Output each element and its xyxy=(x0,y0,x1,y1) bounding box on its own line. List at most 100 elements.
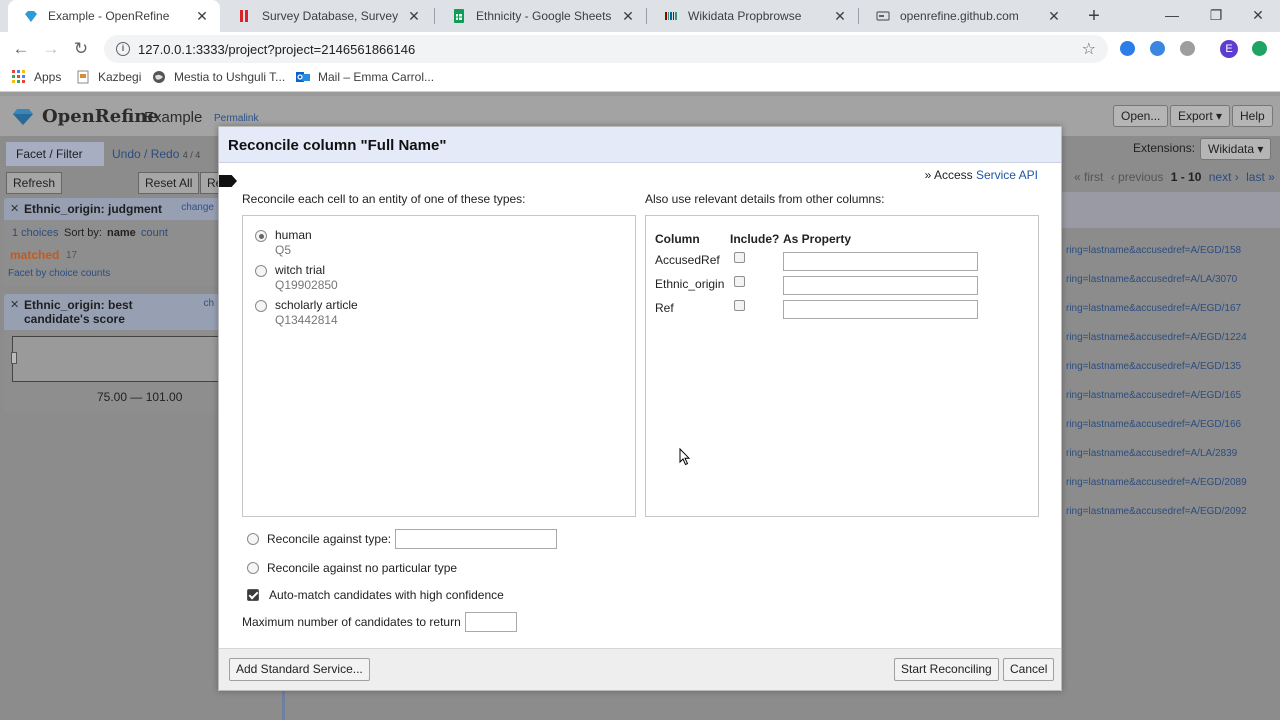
against-type-input[interactable] xyxy=(395,529,558,549)
remove-facet-icon[interactable]: ✕ xyxy=(10,298,19,311)
openrefine-diamond-icon xyxy=(25,11,37,22)
property-input[interactable] xyxy=(783,252,978,271)
range-slider-handle-icon[interactable] xyxy=(11,352,17,364)
sort-by-count[interactable]: count xyxy=(141,227,168,239)
type-radio[interactable] xyxy=(255,230,267,242)
pager-next[interactable]: next › xyxy=(1209,170,1239,184)
bookmark-star-icon[interactable]: ☆ xyxy=(1082,39,1096,59)
google-sheets-icon xyxy=(454,9,464,23)
facet-change-link[interactable]: change xyxy=(181,202,214,213)
wikidata-extension-menu[interactable]: Wikidata ▾ xyxy=(1200,138,1272,160)
include-checkbox[interactable] xyxy=(734,300,745,311)
close-tab-icon[interactable]: ✕ xyxy=(194,8,210,25)
close-tab-icon[interactable]: ✕ xyxy=(620,8,636,25)
close-window-icon[interactable]: ✕ xyxy=(1236,0,1280,32)
include-checkbox[interactable] xyxy=(734,276,745,287)
extension-bird-icon[interactable] xyxy=(1120,41,1135,56)
tab-openrefine-github[interactable]: openrefine.github.com ✕ xyxy=(860,0,1072,32)
type-radio[interactable] xyxy=(255,265,267,277)
other-columns-box: Column Include? As Property AccusedRef E… xyxy=(645,215,1039,517)
remove-facet-icon[interactable]: ✕ xyxy=(10,202,19,215)
row-link[interactable]: ring=lastname&accusedref=A/EGD/158 xyxy=(1066,245,1241,256)
new-tab-icon[interactable]: + xyxy=(1082,4,1106,28)
range-histogram[interactable] xyxy=(12,336,220,382)
pager-last[interactable]: last » xyxy=(1246,170,1275,184)
bookmark-apps[interactable]: Apps xyxy=(12,70,61,84)
tab-openrefine[interactable]: Example - OpenRefine ✕ xyxy=(8,0,220,32)
tab-wikidata-propbrowse[interactable]: Wikidata Propbrowse ✕ xyxy=(648,0,858,32)
reconcile-against-type-option: Reconcile against type: xyxy=(247,529,558,549)
property-input[interactable] xyxy=(783,276,978,295)
facet-title: Ethnic_origin: best candidate's score xyxy=(24,298,133,326)
openrefine-logo[interactable]: OpenRefine xyxy=(12,106,159,127)
automatch-checkbox[interactable] xyxy=(247,589,259,601)
extension-s-icon[interactable] xyxy=(1150,41,1165,56)
row-link[interactable]: ring=lastname&accusedref=A/EGD/2089 xyxy=(1066,477,1247,488)
pager-previous[interactable]: ‹ previous xyxy=(1111,170,1164,184)
row-link[interactable]: ring=lastname&accusedref=A/LA/2839 xyxy=(1066,448,1237,459)
type-text: scholarly article Q13442814 xyxy=(275,298,358,327)
forward-arrow-icon[interactable]: → xyxy=(38,36,64,62)
tab-title: Ethnicity - Google Sheets xyxy=(476,9,612,23)
row-link[interactable]: ring=lastname&accusedref=A/EGD/135 xyxy=(1066,361,1241,372)
property-input[interactable] xyxy=(783,300,978,319)
pager-first[interactable]: « first xyxy=(1074,170,1103,184)
type-option-witch-trial[interactable]: witch trial Q19902850 xyxy=(255,263,338,292)
openrefine-diamond-icon xyxy=(13,108,33,125)
service-api-link[interactable]: Service API xyxy=(976,168,1038,182)
service-tag-icon[interactable] xyxy=(219,175,237,187)
type-option-human[interactable]: human Q5 xyxy=(255,228,312,257)
tab-ethnicity-sheets[interactable]: Ethnicity - Google Sheets ✕ xyxy=(436,0,646,32)
sort-by-name[interactable]: name xyxy=(107,227,136,239)
include-checkbox[interactable] xyxy=(734,252,745,263)
close-tab-icon[interactable]: ✕ xyxy=(1046,8,1062,25)
type-radio[interactable] xyxy=(255,300,267,312)
tab-undo-redo[interactable]: Undo / Redo 4 / 4 xyxy=(102,142,210,166)
facet-body: 1 choices Sort by: name count matched 17… xyxy=(4,220,220,286)
back-arrow-icon[interactable]: ← xyxy=(8,36,34,62)
other-columns-label: Also use relevant details from other col… xyxy=(645,192,885,206)
no-type-radio[interactable] xyxy=(247,562,259,574)
export-button[interactable]: Export ▾ xyxy=(1170,105,1231,127)
extension-gray-icon[interactable] xyxy=(1180,41,1195,56)
row-link[interactable]: ring=lastname&accusedref=A/EGD/166 xyxy=(1066,419,1241,430)
row-link[interactable]: ring=lastname&accusedref=A/LA/3070 xyxy=(1066,274,1237,285)
tab-title: openrefine.github.com xyxy=(900,9,1019,23)
open-button[interactable]: Open... xyxy=(1113,105,1169,127)
help-button[interactable]: Help xyxy=(1232,105,1273,127)
pager: « first ‹ previous 1 - 10 next › last » xyxy=(1074,170,1275,184)
row-link[interactable]: ring=lastname&accusedref=A/EGD/167 xyxy=(1066,303,1241,314)
address-bar[interactable]: i 127.0.0.1:3333/project?project=2146561… xyxy=(104,35,1108,63)
minimize-window-icon[interactable]: — xyxy=(1150,0,1194,32)
reset-all-button[interactable]: Reset All xyxy=(138,172,200,194)
facet-change-link[interactable]: ch xyxy=(203,298,214,309)
tab-survey[interactable]: Survey Database, Survey of Sc ✕ xyxy=(222,0,432,32)
extension-green-icon[interactable] xyxy=(1252,41,1267,56)
bookmark-kazbegi[interactable]: Kazbegi xyxy=(76,70,141,84)
site-info-icon[interactable]: i xyxy=(116,42,130,56)
maximize-window-icon[interactable]: ❐ xyxy=(1194,0,1238,32)
extensions-label: Extensions: xyxy=(1133,141,1196,155)
project-name[interactable]: Example xyxy=(144,109,202,126)
row-link[interactable]: ring=lastname&accusedref=A/EGD/165 xyxy=(1066,390,1241,401)
row-link[interactable]: ring=lastname&accusedref=A/EGD/1224 xyxy=(1066,332,1247,343)
close-tab-icon[interactable]: ✕ xyxy=(406,8,422,25)
row-link[interactable]: ring=lastname&accusedref=A/EGD/2092 xyxy=(1066,506,1247,517)
permalink[interactable]: Permalink xyxy=(214,113,258,124)
column-header: Column xyxy=(655,232,700,246)
tab-facet-filter[interactable]: Facet / Filter xyxy=(6,142,104,166)
reload-icon[interactable]: ↻ xyxy=(68,36,94,62)
refresh-button[interactable]: Refresh xyxy=(6,172,63,194)
start-reconciling-button[interactable]: Start Reconciling xyxy=(894,658,999,681)
facet-by-counts-link[interactable]: Facet by choice counts xyxy=(8,268,110,279)
type-option-scholarly-article[interactable]: scholarly article Q13442814 xyxy=(255,298,358,327)
profile-avatar[interactable]: E xyxy=(1220,40,1238,58)
cancel-button[interactable]: Cancel xyxy=(1003,658,1055,681)
add-standard-service-button[interactable]: Add Standard Service... xyxy=(229,658,370,681)
bookmark-mestia[interactable]: Mestia to Ushguli T... xyxy=(152,70,285,84)
close-tab-icon[interactable]: ✕ xyxy=(832,8,848,25)
facet-choice-matched[interactable]: matched xyxy=(10,248,59,262)
against-type-radio[interactable] xyxy=(247,533,259,545)
bookmark-mail[interactable]: Mail – Emma Carrol... xyxy=(296,70,434,84)
max-candidates-input[interactable] xyxy=(464,612,517,632)
